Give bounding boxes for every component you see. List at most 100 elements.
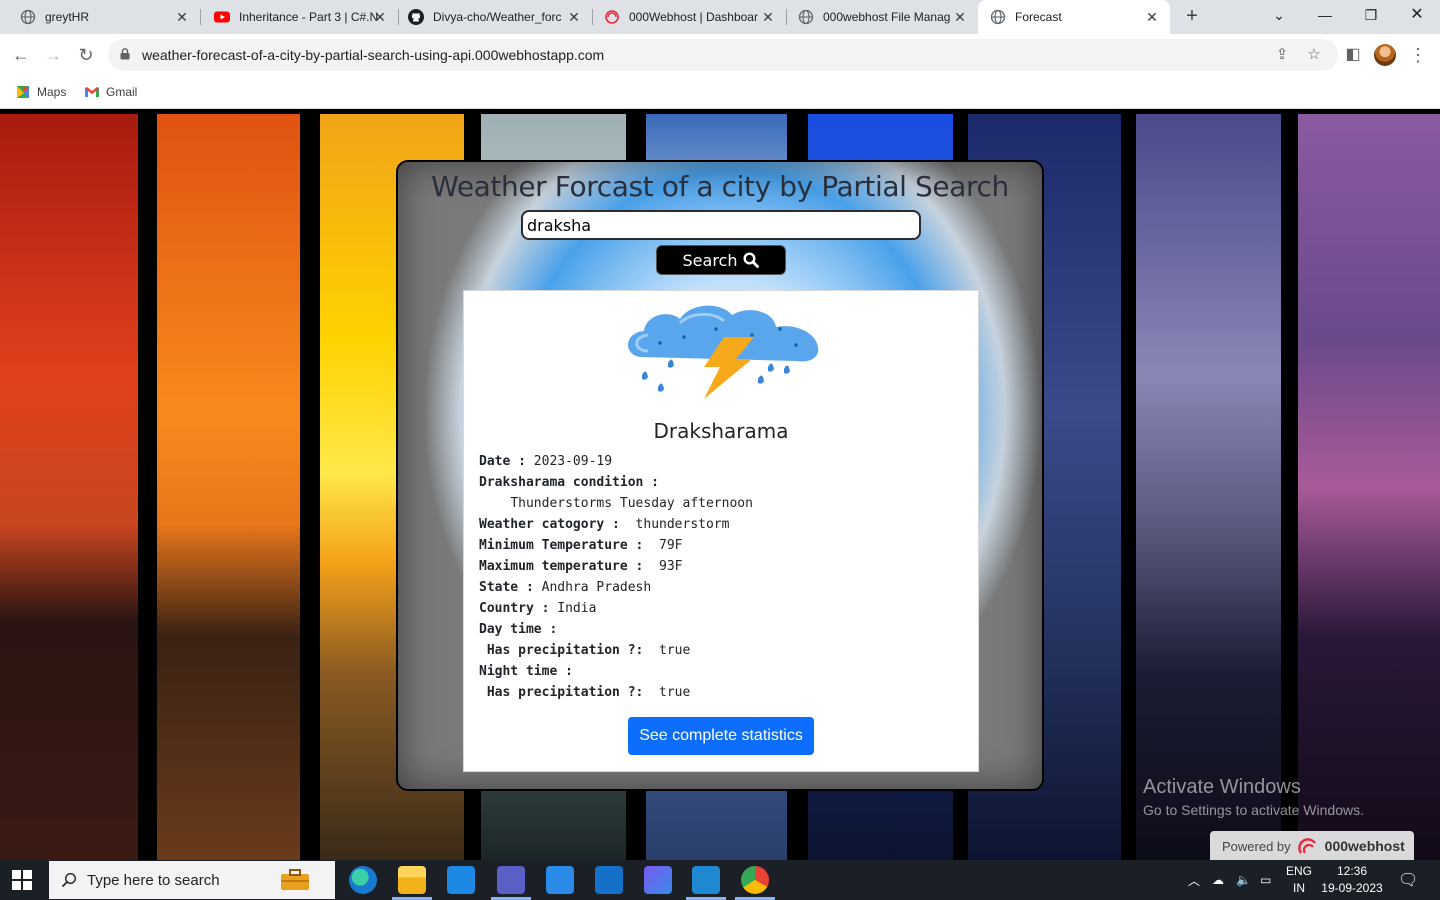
bookmark-label: Maps: [37, 85, 67, 99]
close-tab-icon[interactable]: ✕: [174, 9, 190, 25]
file-explorer-icon[interactable]: [398, 866, 426, 894]
weather-search-panel: Weather Forcast of a city by Partial Sea…: [396, 160, 1044, 791]
page-viewport: Weather Forcast of a city by Partial Sea…: [0, 109, 1440, 860]
bookmark-star-icon[interactable]: ☆: [1303, 44, 1325, 66]
outlook-icon[interactable]: [595, 866, 623, 894]
region-code: IN: [1293, 881, 1305, 895]
taskbar-search-placeholder: Type here to search: [87, 871, 220, 889]
powered-by-label: Powered by: [1222, 838, 1291, 854]
profile-avatar[interactable]: [1374, 44, 1396, 66]
vscode-icon[interactable]: [692, 866, 720, 894]
globe-icon: [798, 9, 814, 25]
tab-search-chevron-icon[interactable]: ⌄: [1256, 0, 1302, 34]
background-strip: [157, 114, 300, 860]
side-panel-icon[interactable]: ◧: [1340, 42, 1366, 68]
close-tab-icon[interactable]: ✕: [952, 9, 968, 25]
bookmark-maps[interactable]: Maps: [15, 83, 66, 101]
tab-000webhost-dashboard[interactable]: 000Webhost | Dashboar ✕: [592, 0, 787, 34]
bookmarks-bar: Maps Gmail: [0, 76, 1440, 109]
activate-subtitle: Go to Settings to activate Windows.: [1143, 802, 1364, 818]
night-time-row: Night time :: [479, 664, 573, 679]
condition-value-row: Thunderstorms Tuesday afternoon: [510, 496, 753, 511]
background-strip: [1298, 114, 1440, 860]
bookmark-label: Gmail: [106, 85, 138, 99]
close-tab-icon[interactable]: ✕: [1144, 9, 1160, 25]
microsoft-store-icon[interactable]: [447, 866, 475, 894]
weather-category-row: Weather catogory : thunderstorm: [479, 517, 730, 532]
mail-icon[interactable]: [546, 866, 574, 894]
webhost-icon: [605, 10, 619, 24]
github-icon: [408, 9, 424, 25]
language-code: ENG: [1286, 864, 1313, 878]
state-row: State : Andhra Pradesh: [479, 580, 652, 595]
see-statistics-button[interactable]: See complete statistics: [628, 717, 814, 755]
restore-button[interactable]: ❐: [1348, 0, 1394, 34]
share-icon[interactable]: ⇪: [1271, 44, 1293, 66]
bookmark-gmail[interactable]: Gmail: [84, 83, 137, 101]
search-icon: [743, 252, 760, 268]
language-indicator[interactable]: ENG IN: [1286, 863, 1312, 897]
briefcase-icon: [281, 869, 309, 890]
lock-icon[interactable]: [120, 48, 130, 60]
day-precipitation-row: Has precipitation ?: true: [479, 643, 691, 658]
night-precipitation-row: Has precipitation ?: true: [479, 685, 691, 700]
maps-icon: [17, 86, 29, 98]
windows-start-icon[interactable]: [12, 870, 32, 890]
background-strip: [1136, 114, 1281, 860]
tab-github[interactable]: Divya-cho/Weather_forc ✕: [398, 0, 593, 34]
forecast-card: Draksharama Date : 2023-09-19 Draksharam…: [463, 290, 979, 772]
date-row: Date : 2023-09-19: [479, 454, 613, 469]
thunderstorm-cloud-icon: [628, 305, 819, 399]
show-hidden-icons-chevron-icon[interactable]: ︿: [1188, 860, 1200, 900]
close-tab-icon[interactable]: ✕: [760, 9, 776, 25]
globe-icon: [990, 9, 1006, 25]
reload-icon[interactable]: ↻: [73, 42, 99, 68]
new-tab-button[interactable]: +: [1180, 5, 1204, 29]
teams-icon[interactable]: [497, 866, 525, 894]
country-row: Country : India: [479, 601, 597, 616]
address-bar[interactable]: weather-forecast-of-a-city-by-partial-se…: [108, 39, 1338, 71]
menu-kebab-icon[interactable]: ⋮: [1405, 42, 1431, 68]
activate-title: Activate Windows: [1143, 776, 1301, 798]
city-name: Draksharama: [653, 419, 789, 443]
clock-time: 12:36: [1336, 864, 1368, 878]
tab-file-manager[interactable]: 000webhost File Manag ✕: [786, 0, 978, 34]
youtube-icon: [214, 11, 230, 23]
minimize-button[interactable]: —: [1302, 0, 1348, 34]
page-title: Weather Forcast of a city by Partial Sea…: [431, 170, 1009, 203]
chrome-icon[interactable]: [741, 866, 769, 894]
clock-date: 19-09-2023: [1321, 881, 1383, 895]
city-search-input[interactable]: [521, 210, 921, 240]
onedrive-cloud-icon[interactable]: ☁: [1212, 860, 1224, 900]
webhost-logo-icon: [1297, 838, 1316, 854]
network-icon[interactable]: ▭: [1260, 860, 1271, 900]
tab-inheritance[interactable]: Inheritance - Part 3 | C#.N ✕: [200, 0, 399, 34]
forward-arrow-icon[interactable]: →: [40, 42, 66, 68]
close-tab-icon[interactable]: ✕: [566, 9, 582, 25]
volume-icon[interactable]: 🔈: [1236, 860, 1251, 900]
system-clock[interactable]: 12:36 19-09-2023: [1318, 863, 1386, 897]
copilot-icon[interactable]: [644, 866, 672, 894]
powered-by-badge[interactable]: Powered by 000webhost: [1210, 831, 1414, 860]
condition-label-row: Draksharama condition :: [479, 475, 660, 490]
edge-icon[interactable]: [349, 866, 377, 894]
tab-forecast[interactable]: Forecast ✕: [978, 0, 1170, 34]
url-text: weather-forecast-of-a-city-by-partial-se…: [142, 47, 605, 63]
tab-greythr[interactable]: greytHR ✕: [0, 0, 201, 34]
taskbar-search-box[interactable]: Type here to search: [49, 861, 335, 899]
activate-windows-watermark: Activate Windows Go to Settings to activ…: [1143, 776, 1364, 818]
search-button-label: Search: [682, 250, 738, 270]
close-tab-icon[interactable]: ✕: [372, 9, 388, 25]
day-time-row: Day time :: [479, 622, 558, 637]
search-button[interactable]: Search: [656, 245, 786, 275]
background-strip: [0, 114, 138, 860]
forecast-details: Date : 2023-09-19 Draksharama condition …: [479, 451, 753, 703]
notification-icon[interactable]: 🗨: [1398, 860, 1418, 900]
search-icon: [61, 872, 77, 888]
browser-toolbar: ← → ↻ weather-forecast-of-a-city-by-part…: [0, 34, 1440, 76]
back-arrow-icon[interactable]: ←: [8, 42, 34, 68]
close-window-button[interactable]: ✕: [1394, 0, 1440, 34]
powered-brand: 000webhost: [1324, 838, 1405, 854]
gmail-icon: [85, 87, 99, 97]
max-temp-row: Maximum temperature : 93F: [479, 559, 683, 574]
